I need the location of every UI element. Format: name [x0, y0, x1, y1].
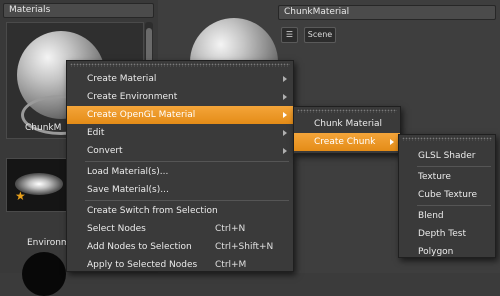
- material-thumbnail-label: ChunkM: [25, 123, 62, 133]
- material-name-field[interactable]: ChunkMaterial: [278, 5, 496, 20]
- menu-grip: [297, 109, 397, 113]
- context-menu: Create Material Create Environment Creat…: [66, 60, 294, 272]
- menu-item-convert[interactable]: Convert: [67, 142, 293, 160]
- menu-grip: [70, 63, 290, 67]
- menu-separator: [85, 161, 289, 162]
- menu-item-add-nodes[interactable]: Add Nodes to Selection Ctrl+Shift+N: [67, 238, 293, 256]
- environment-star-icon: ★: [15, 189, 26, 203]
- submenu-arrow-icon: [283, 94, 287, 100]
- submenu-arrow-icon: [390, 139, 394, 145]
- shortcut-label: Ctrl+Shift+N: [215, 242, 274, 252]
- menu-item-blend[interactable]: Blend: [399, 207, 495, 225]
- menu-item-load-materials[interactable]: Load Material(s)...: [67, 163, 293, 181]
- list-view-icon: ☰: [285, 30, 294, 39]
- materials-search-field[interactable]: Materials: [3, 3, 154, 18]
- menu-separator: [417, 166, 491, 167]
- menu-separator: [417, 205, 491, 206]
- menu-item-depth-test[interactable]: Depth Test: [399, 225, 495, 243]
- opengl-submenu: Chunk Material Create Chunk: [293, 106, 401, 154]
- scene-button[interactable]: Scene: [304, 27, 336, 43]
- shortcut-label: Ctrl+N: [215, 224, 246, 234]
- menu-grip: [402, 137, 492, 141]
- environment-thumbnail-label: Environm: [27, 238, 70, 248]
- menu-item-create-chunk[interactable]: Create Chunk: [294, 133, 400, 151]
- environment-thumbnail[interactable]: ★: [6, 158, 68, 212]
- menu-item-create-switch[interactable]: Create Switch from Selection: [67, 202, 293, 220]
- menu-item-save-materials[interactable]: Save Material(s)...: [67, 181, 293, 199]
- menu-item-create-material[interactable]: Create Material: [67, 70, 293, 88]
- list-view-button[interactable]: ☰: [281, 27, 298, 43]
- shortcut-label: Ctrl+M: [215, 260, 247, 270]
- submenu-arrow-icon: [283, 130, 287, 136]
- menu-item-glsl-shader[interactable]: GLSL Shader: [399, 147, 495, 165]
- menu-item-apply-nodes[interactable]: Apply to Selected Nodes Ctrl+M: [67, 256, 293, 274]
- chunk-submenu: GLSL Shader Texture Cube Texture Blend D…: [398, 134, 496, 258]
- submenu-arrow-icon: [283, 112, 287, 118]
- menu-item-create-environment[interactable]: Create Environment: [67, 88, 293, 106]
- menu-item-cube-texture[interactable]: Cube Texture: [399, 186, 495, 204]
- menu-separator: [85, 200, 289, 201]
- submenu-arrow-icon: [283, 76, 287, 82]
- menu-item-chunk-material[interactable]: Chunk Material: [294, 115, 400, 133]
- menu-item-create-opengl-material[interactable]: Create OpenGL Material: [67, 106, 293, 124]
- menu-item-polygon[interactable]: Polygon: [399, 243, 495, 261]
- menu-item-select-nodes[interactable]: Select Nodes Ctrl+N: [67, 220, 293, 238]
- menu-item-texture[interactable]: Texture: [399, 168, 495, 186]
- submenu-arrow-icon: [283, 148, 287, 154]
- environment-preview-dark: [22, 252, 66, 296]
- menu-item-edit[interactable]: Edit: [67, 124, 293, 142]
